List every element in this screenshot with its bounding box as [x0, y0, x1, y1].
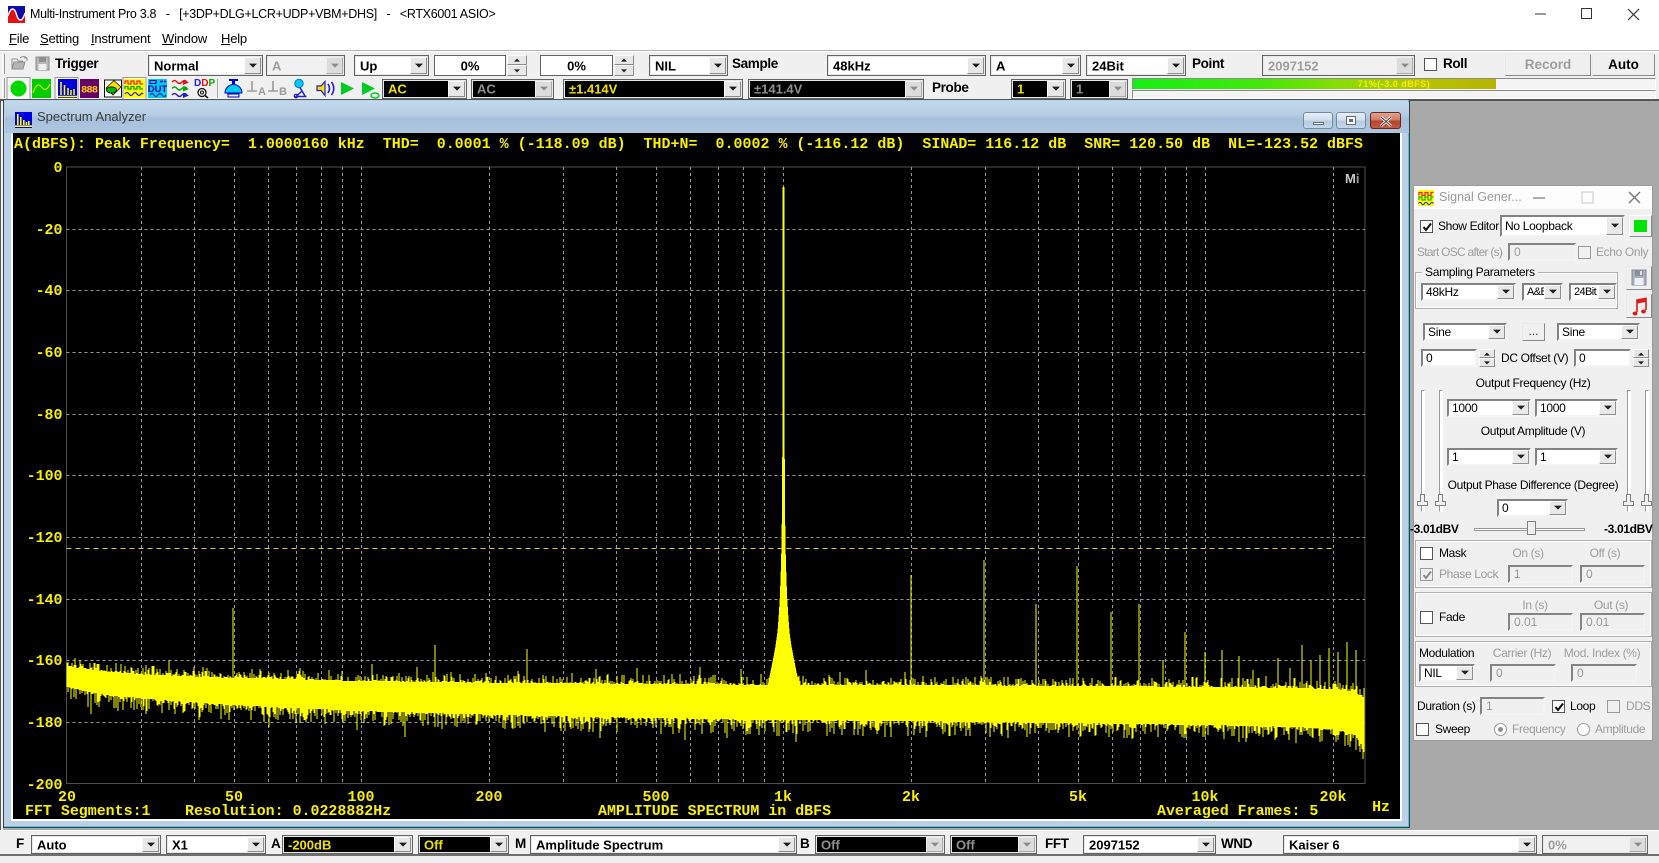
svg-text:0: 0 [54, 161, 63, 177]
svg-text:A(dBFS): Peak Frequency= 1.00: A(dBFS): Peak Frequency= 1.0000160 kHz T… [14, 137, 1363, 153]
svg-text:20k: 20k [1320, 790, 1347, 806]
svg-text:-180: -180 [27, 716, 63, 732]
svg-text:-140: -140 [27, 593, 63, 609]
svg-text:DDP: DDP [194, 78, 215, 89]
svg-text:-160: -160 [27, 654, 63, 670]
svg-text:Mi: Mi [1345, 171, 1359, 186]
svg-text:-120: -120 [27, 531, 63, 547]
svg-text:-20: -20 [36, 223, 63, 239]
svg-text:2k: 2k [902, 790, 920, 806]
svg-text:888: 888 [81, 85, 98, 97]
svg-text:AMPLITUDE SPECTRUM in dBFS: AMPLITUDE SPECTRUM in dBFS [598, 804, 831, 819]
svg-text:B: B [279, 86, 287, 98]
svg-text:-40: -40 [36, 284, 63, 300]
svg-text:Resolution: 0.0228882Hz: Resolution: 0.0228882Hz [185, 804, 391, 819]
svg-text:5k: 5k [1069, 790, 1087, 806]
svg-text:-100: -100 [27, 469, 63, 485]
svg-text:-60: -60 [36, 346, 63, 362]
svg-text:200: 200 [476, 790, 503, 806]
svg-text:-80: -80 [36, 408, 63, 424]
svg-text:Averaged Frames: 5: Averaged Frames: 5 [1157, 804, 1318, 819]
svg-text:Hz: Hz [1372, 800, 1390, 816]
svg-text:FFT Segments:1: FFT Segments:1 [25, 804, 151, 819]
svg-text:A: A [258, 86, 266, 98]
svg-text:DUT: DUT [148, 84, 168, 95]
